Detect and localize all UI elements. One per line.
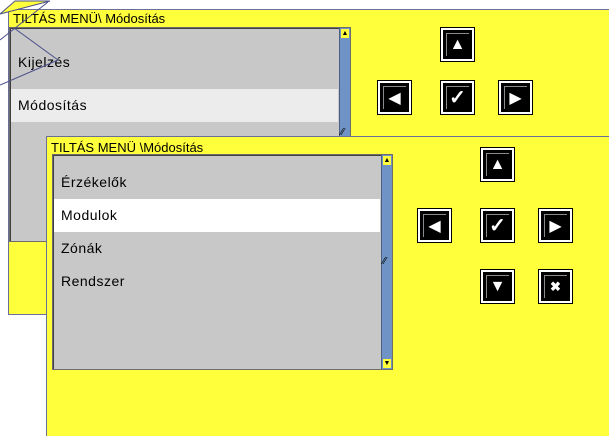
menu-item-kijelzes[interactable]: Kijelzés [11, 46, 338, 79]
left-arrow-button[interactable]: ◀ [417, 208, 452, 243]
menu-item-modositas[interactable]: Módosítás [11, 89, 338, 122]
left-arrow-button[interactable]: ◀ [377, 80, 412, 115]
menu-item-modulok[interactable]: Modulok [54, 199, 380, 232]
cancel-button[interactable]: ✖ [538, 269, 573, 304]
up-arrow-button[interactable]: ▲ [480, 147, 515, 182]
scroll-grip-icon[interactable]: ⁄⁄ [383, 257, 386, 267]
front-window: TILTÁS MENÜ \Módosítás Érzékelők Modulok… [46, 136, 609, 436]
right-arrow-button[interactable]: ▶ [498, 80, 533, 115]
front-window-title: TILTÁS MENÜ \Módosítás [51, 140, 204, 155]
back-window-title: TILTÁS MENÜ\ Módosítás [13, 11, 166, 26]
menu-item-zonak[interactable]: Zónák [54, 232, 380, 265]
menu-item-erzekelok[interactable]: Érzékelők [54, 166, 380, 199]
up-arrow-button[interactable]: ▲ [440, 27, 475, 62]
front-menu-list: Érzékelők Modulok Zónák Rendszer ▲ ⁄⁄ ▼ [52, 154, 393, 370]
scroll-down-icon[interactable]: ▼ [383, 359, 391, 368]
ok-check-button[interactable]: ✓ [480, 208, 515, 243]
down-arrow-button[interactable]: ▼ [480, 269, 515, 304]
scroll-up-icon[interactable]: ▲ [341, 29, 349, 38]
scroll-up-icon[interactable]: ▲ [383, 156, 391, 165]
ok-check-button[interactable]: ✓ [440, 80, 475, 115]
menu-item-rendszer[interactable]: Rendszer [54, 265, 380, 298]
right-arrow-button[interactable]: ▶ [538, 208, 573, 243]
front-scrollbar[interactable]: ▲ ⁄⁄ ▼ [381, 155, 392, 369]
